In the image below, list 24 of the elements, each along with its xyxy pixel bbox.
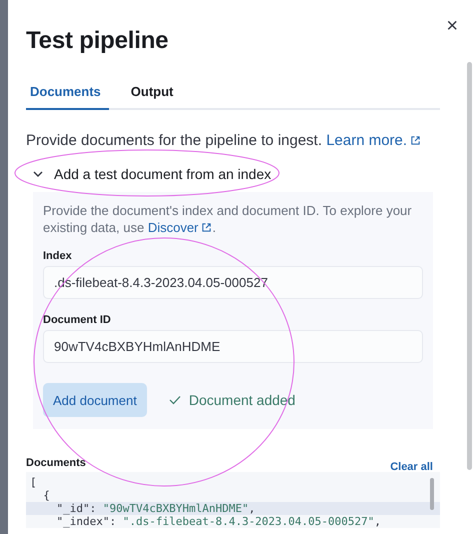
flyout-title: Test pipeline <box>26 26 170 56</box>
code-scrollbar[interactable] <box>430 478 434 510</box>
code-line: "_index": ".ds-filebeat-8.4.3-2023.04.05-000527", <box>56 515 382 528</box>
input-field[interactable]: 90wTV4cBXBYHmlAnHDME <box>43 330 423 363</box>
discover-link[interactable]: Discover <box>148 220 198 235</box>
accordion-toggle[interactable]: Add a test document from an index <box>26 162 278 186</box>
code-line: { <box>42 489 51 502</box>
tab[interactable]: Documents <box>26 80 109 110</box>
close-button[interactable]: × <box>442 16 462 36</box>
help-text: Provide the document's index and document ID. To explore your existing data, use Discover . <box>43 202 413 236</box>
intro-text: Provide documents for the pipeline to ingest. Learn more. <box>26 130 440 152</box>
field-label: Document ID <box>43 314 112 326</box>
external-link-icon <box>410 135 422 146</box>
check-icon <box>168 395 181 405</box>
code-line: [ <box>29 476 38 489</box>
scrollbar[interactable] <box>467 62 472 470</box>
code-editor[interactable]: [ { "_id": "90wTV4cBXBYHmlAnHDME", "_index": ".ds-filebeat-8.4.3-2023.04.05-000527", <box>26 472 440 528</box>
tab[interactable]: Output <box>126 80 182 110</box>
clear-all-button[interactable]: Clear all <box>390 461 433 473</box>
documents-label: Documents <box>26 457 86 469</box>
add-document-button[interactable]: Add document <box>43 383 147 417</box>
external-link-icon <box>201 222 212 233</box>
field-label: Index <box>43 250 73 262</box>
learn-more-link[interactable]: Learn more. <box>326 132 408 149</box>
